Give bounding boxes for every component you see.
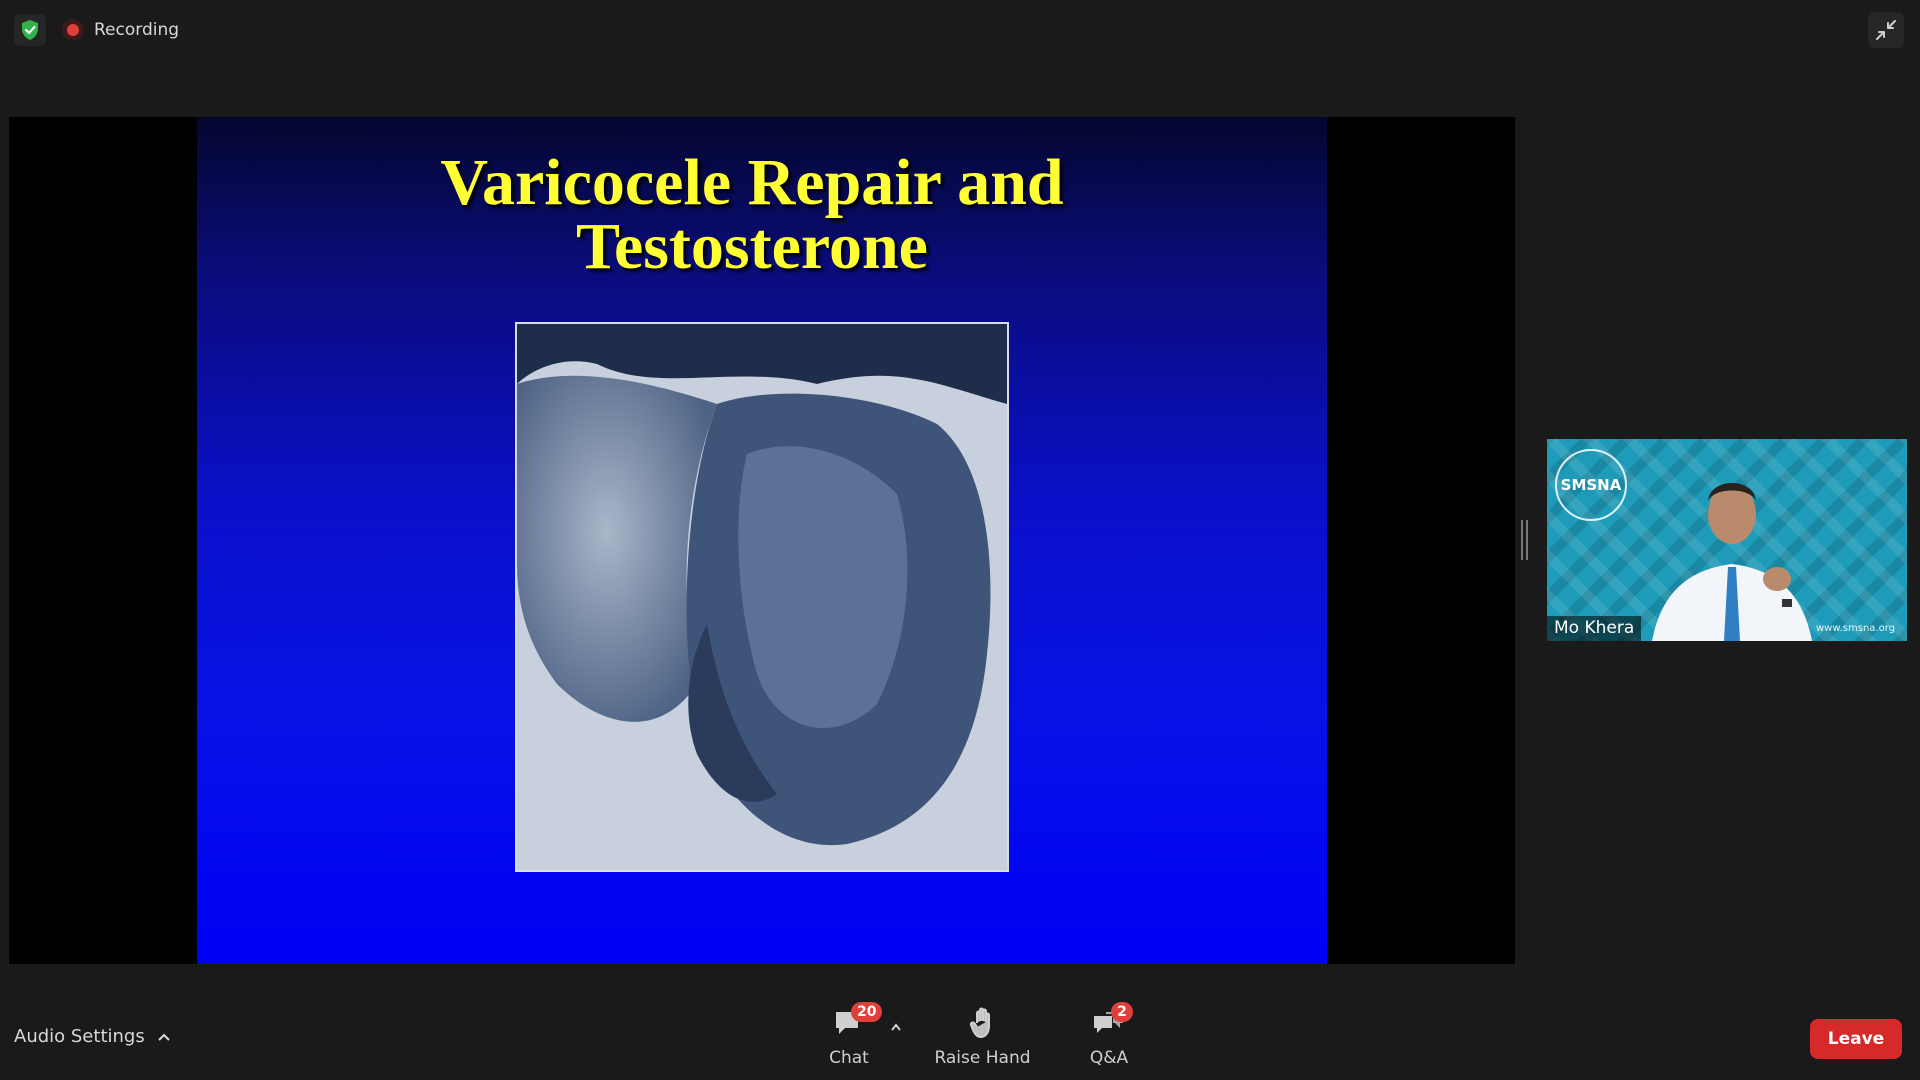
logo-text: SMSNA xyxy=(1560,476,1622,494)
shared-screen: Varicocele Repair and Testosterone xyxy=(9,117,1515,964)
chat-button[interactable]: 20 Chat xyxy=(825,1002,883,1080)
participant-video xyxy=(1652,483,1812,641)
qa-button[interactable]: 2 Q&A xyxy=(1085,1002,1133,1080)
website-watermark: www.smsna.org xyxy=(1815,623,1895,634)
chat-label: Chat xyxy=(829,1048,869,1068)
recording-label: Recording xyxy=(94,20,180,40)
raise-hand-icon xyxy=(969,1007,990,1038)
audio-settings-button[interactable]: Audio Settings xyxy=(14,1026,171,1047)
raise-hand-label: Raise Hand xyxy=(934,1048,1031,1068)
security-shield-icon[interactable] xyxy=(14,14,46,46)
participant-name-label: Mo Khera xyxy=(1547,616,1642,641)
caret-up-icon xyxy=(891,1023,901,1031)
chat-icon-wrap: 20 xyxy=(825,1002,883,1042)
participant-video-tile[interactable]: SMSNA www.smsna.org Mo Khera xyxy=(1547,439,1907,641)
exit-fullscreen-button[interactable] xyxy=(1868,12,1904,48)
chat-badge: 20 xyxy=(851,1002,883,1022)
slide-title: Varicocele Repair and Testosterone xyxy=(440,146,1064,283)
recording-indicator[interactable]: Recording xyxy=(62,14,179,46)
smsna-logo: SMSNA xyxy=(1555,449,1627,521)
qa-badge: 2 xyxy=(1111,1002,1133,1022)
presentation-slide: Varicocele Repair and Testosterone xyxy=(197,117,1327,964)
qa-icon-wrap: 2 xyxy=(1085,1002,1133,1042)
leave-button[interactable]: Leave xyxy=(1810,1019,1902,1059)
audio-settings-label: Audio Settings xyxy=(14,1026,145,1047)
exit-fullscreen-icon xyxy=(1876,20,1896,40)
resize-handle[interactable] xyxy=(1521,520,1528,560)
raise-hand-icon-wrap xyxy=(959,1004,1007,1042)
chat-options-caret[interactable] xyxy=(890,1016,902,1035)
slide-photo xyxy=(515,322,1009,872)
top-bar: Recording xyxy=(0,0,1920,60)
recording-icon xyxy=(62,19,84,41)
raise-hand-button[interactable]: Raise Hand xyxy=(930,1004,1035,1080)
chevron-up-icon xyxy=(158,1033,170,1041)
qa-label: Q&A xyxy=(1089,1048,1129,1068)
